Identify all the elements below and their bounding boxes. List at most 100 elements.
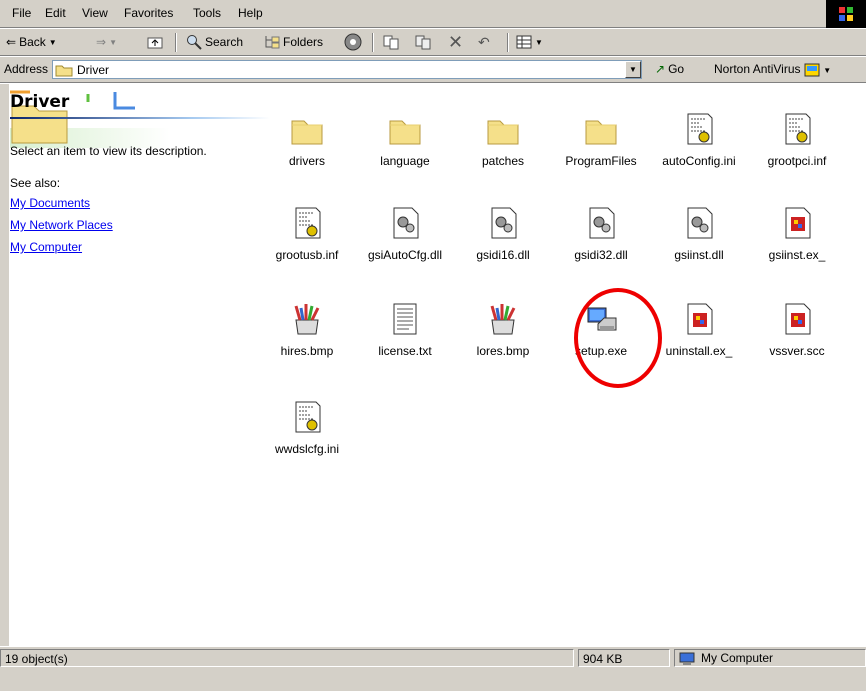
menu-help[interactable]: Help: [238, 6, 263, 20]
file-name: lores.bmp: [476, 344, 530, 358]
inf-file-icon: [295, 207, 321, 239]
windows-logo: [826, 0, 866, 28]
file-item[interactable]: gsidi32.dll: [556, 206, 646, 262]
chevron-down-icon: ▼: [823, 66, 832, 75]
views-button[interactable]: ▼: [516, 32, 543, 52]
history-button[interactable]: [344, 32, 362, 52]
file-name: gsiinst.dll: [674, 248, 724, 262]
address-value: Driver: [77, 62, 109, 77]
norton-label: Norton AntiVirus: [714, 62, 801, 76]
undo-button[interactable]: ↶: [478, 32, 490, 52]
link-my-computer[interactable]: My Computer: [10, 240, 82, 254]
move-to-icon: [383, 35, 399, 50]
my-computer-icon: [679, 652, 695, 665]
file-item[interactable]: gsiinst.ex_: [752, 206, 842, 262]
generic-file-icon: [785, 303, 811, 335]
status-bar: 19 object(s) 904 KB My Computer: [0, 646, 866, 691]
menu-file[interactable]: File: [12, 6, 31, 20]
back-button[interactable]: ⇐ Back ▼: [6, 32, 57, 52]
file-name: patches: [481, 154, 525, 168]
delete-button[interactable]: ✕: [448, 32, 463, 52]
status-zone-label: My Computer: [701, 651, 774, 665]
go-button[interactable]: ↗ Go: [655, 62, 684, 76]
file-name: language: [380, 154, 430, 168]
file-item[interactable]: autoConfig.ini: [654, 112, 744, 168]
bmp-file-icon: [294, 304, 320, 335]
folders-button[interactable]: Folders: [264, 32, 323, 52]
file-item[interactable]: gsidi16.dll: [458, 206, 548, 262]
dll-file-icon: [393, 207, 419, 239]
toolbar-separator: [175, 33, 177, 52]
file-name: ProgramFiles: [565, 154, 637, 168]
address-dropdown-button[interactable]: ▼: [625, 61, 641, 78]
up-folder-button[interactable]: [147, 32, 163, 52]
forward-button[interactable]: ⇒ ▼: [96, 32, 117, 52]
file-item[interactable]: patches: [458, 112, 548, 168]
file-name: gsidi32.dll: [574, 248, 628, 262]
file-item[interactable]: grootusb.inf: [262, 206, 352, 262]
go-arrow-icon: ↗: [655, 62, 666, 76]
inf-file-icon: [785, 113, 811, 145]
file-name: drivers: [288, 154, 325, 168]
address-bar: Address Driver ▼ ↗ Go Norton AntiVirus ▼: [0, 57, 866, 83]
link-my-documents[interactable]: My Documents: [10, 196, 90, 210]
search-label: Search: [205, 35, 244, 49]
folders-label: Folders: [283, 35, 324, 49]
status-size: 904 KB: [578, 649, 670, 667]
file-item[interactable]: vssver.scc: [752, 302, 842, 358]
description-text: Select an item to view its description.: [10, 144, 207, 158]
go-label: Go: [668, 62, 685, 76]
folder-icon: [389, 120, 421, 145]
search-button[interactable]: Search: [186, 32, 243, 52]
search-icon: [187, 35, 202, 50]
file-name: grootusb.inf: [275, 248, 339, 262]
norton-antivirus-button[interactable]: Norton AntiVirus ▼: [714, 62, 831, 77]
copy-to-button[interactable]: [414, 32, 432, 52]
status-zone: My Computer: [674, 649, 866, 667]
file-name: gsiinst.ex_: [768, 248, 826, 262]
file-item[interactable]: drivers: [262, 112, 352, 168]
folders-tree-icon: [265, 36, 280, 49]
folder-icon: [291, 120, 323, 145]
file-name: hires.bmp: [280, 344, 334, 358]
menu-favorites[interactable]: Favorites: [124, 6, 173, 20]
status-object-count: 19 object(s): [0, 649, 574, 667]
chevron-down-icon: ▼: [629, 65, 637, 74]
text-file-icon: [393, 303, 417, 335]
norton-icon: [804, 63, 820, 77]
file-item[interactable]: ProgramFiles: [556, 112, 646, 168]
generic-file-icon: [687, 303, 713, 335]
file-item[interactable]: grootpci.inf: [752, 112, 842, 168]
toolbar-separator: [372, 33, 374, 52]
address-input[interactable]: Driver: [52, 60, 642, 79]
file-item[interactable]: gsiAutoCfg.dll: [360, 206, 450, 262]
file-item[interactable]: license.txt: [360, 302, 450, 358]
views-icon: [516, 35, 532, 49]
heading-divider: [10, 117, 270, 119]
move-to-button[interactable]: [382, 32, 400, 52]
file-item[interactable]: lores.bmp: [458, 302, 548, 358]
file-item[interactable]: setup.exe: [556, 302, 646, 358]
windows-flag-icon: [839, 7, 853, 21]
chevron-down-icon: ▼: [48, 37, 57, 47]
file-item[interactable]: uninstall.ex_: [654, 302, 744, 358]
file-name: uninstall.ex_: [665, 344, 733, 358]
dll-file-icon: [687, 207, 713, 239]
setup-exe-icon: [587, 307, 617, 331]
link-my-network-places[interactable]: My Network Places: [10, 218, 113, 232]
undo-icon: ↶: [478, 33, 490, 50]
folder-icon: [55, 65, 73, 76]
forward-arrow-icon: ⇒: [96, 35, 107, 49]
ini-file-icon: [295, 401, 321, 433]
menu-view[interactable]: View: [82, 6, 108, 20]
file-name: wwdslcfg.ini: [274, 442, 340, 456]
see-also-label: See also:: [10, 176, 61, 190]
file-item[interactable]: hires.bmp: [262, 302, 352, 358]
file-item[interactable]: gsiinst.dll: [654, 206, 744, 262]
file-item[interactable]: language: [360, 112, 450, 168]
file-item[interactable]: wwdslcfg.ini: [262, 400, 352, 456]
address-label: Address: [4, 62, 49, 76]
menu-edit[interactable]: Edit: [45, 6, 66, 20]
menu-tools[interactable]: Tools: [193, 6, 221, 20]
file-name: grootpci.inf: [767, 154, 827, 168]
